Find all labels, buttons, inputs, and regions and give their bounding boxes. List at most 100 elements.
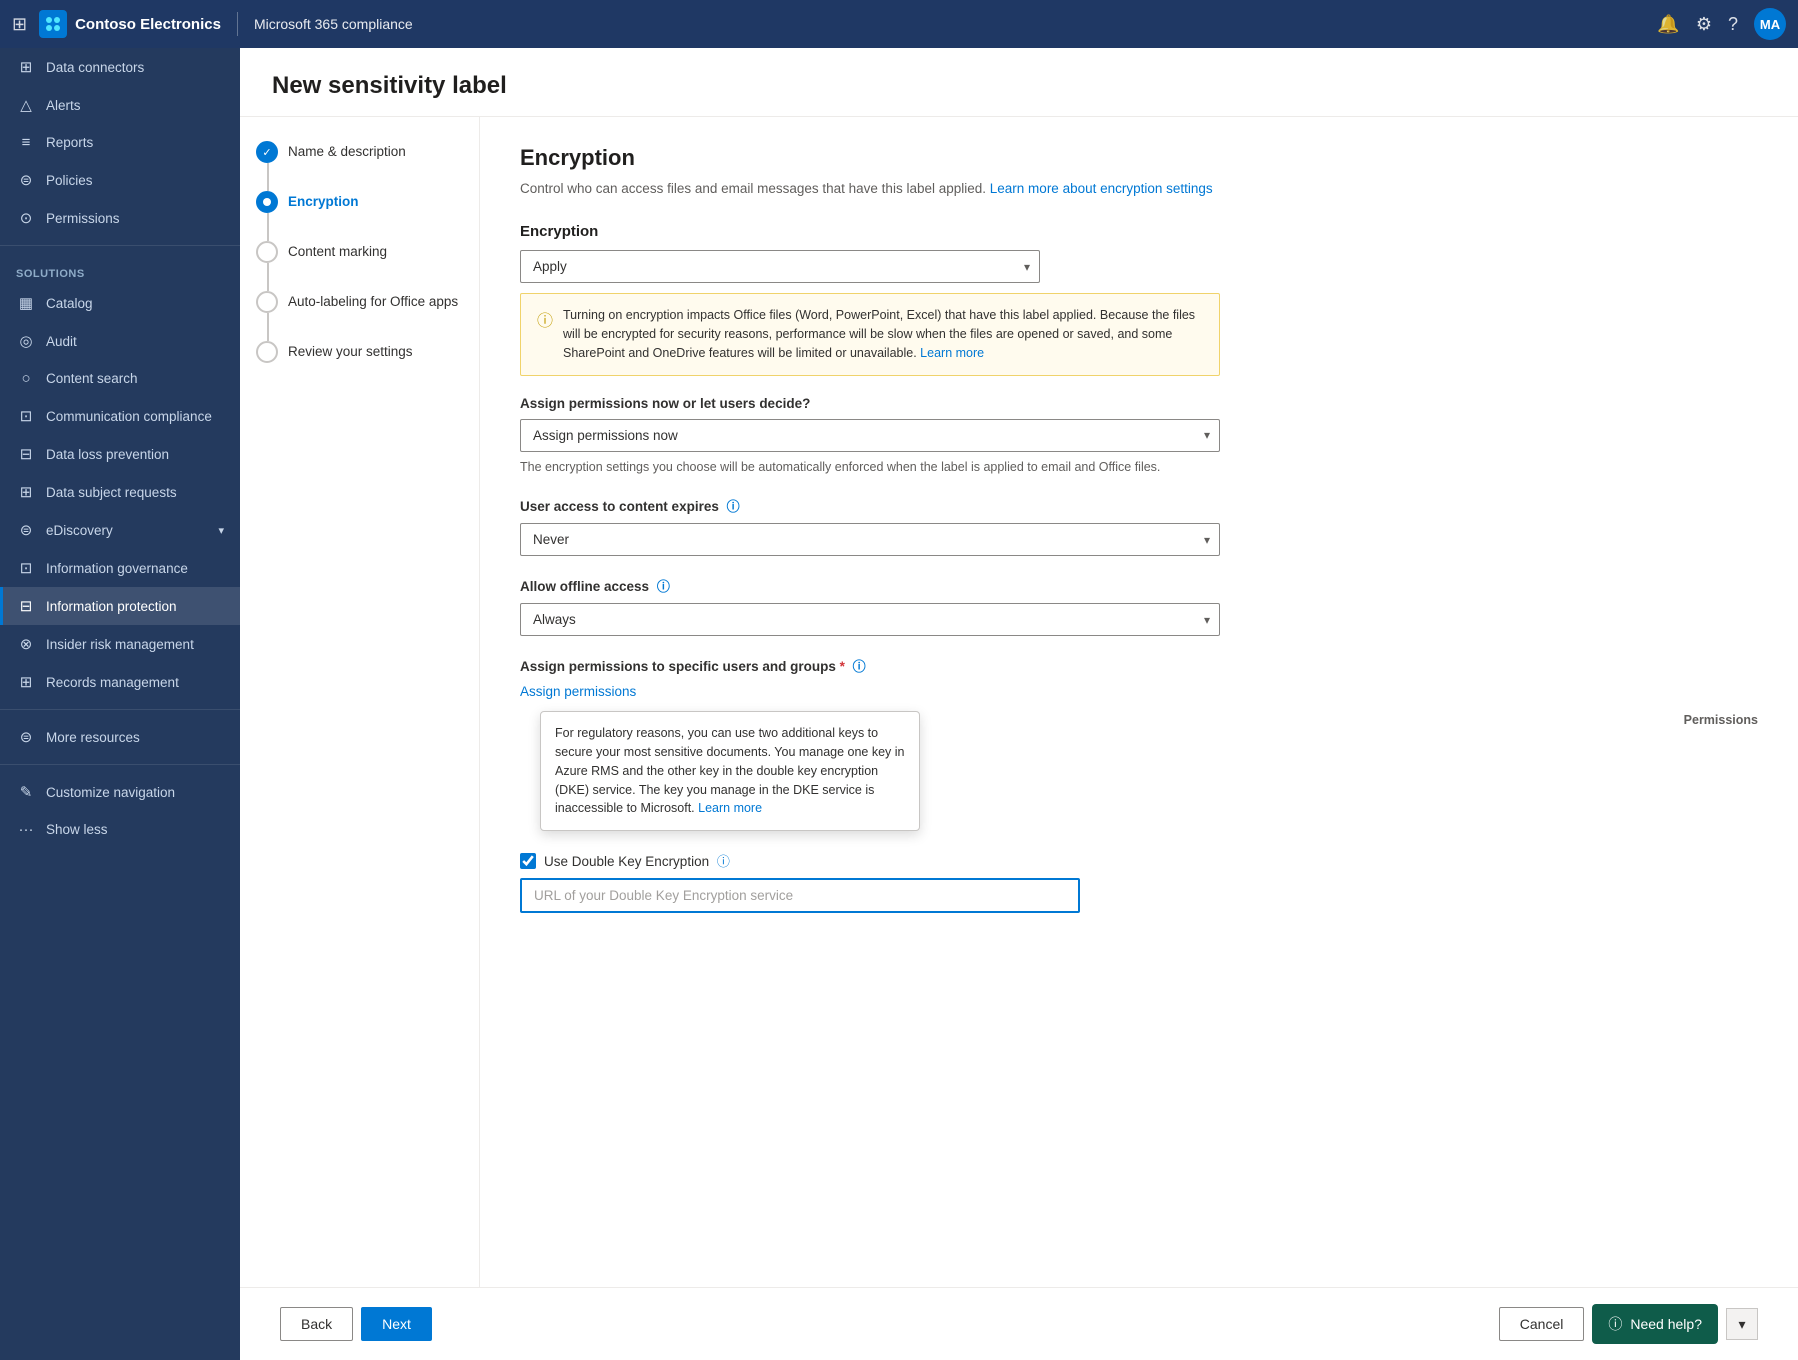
sidebar-item-communication-compliance[interactable]: ⊡ Communication compliance bbox=[0, 397, 240, 435]
sidebar-label-alerts: Alerts bbox=[46, 98, 81, 113]
step-dot-review-settings bbox=[256, 341, 278, 363]
sidebar-label-more-resources: More resources bbox=[46, 730, 140, 745]
catalog-icon: ▦ bbox=[16, 294, 36, 312]
page-title: New sensitivity label bbox=[272, 72, 1766, 100]
step-label-auto-labeling: Auto-labeling for Office apps bbox=[288, 291, 458, 311]
sidebar-label-audit: Audit bbox=[46, 334, 77, 349]
user-access-label: User access to content expires ⓘ bbox=[520, 496, 1758, 515]
back-button[interactable]: Back bbox=[280, 1307, 353, 1341]
offline-access-select-wrapper: Always Never Only for a number of days ▾ bbox=[520, 603, 1220, 636]
step-connector-1 bbox=[267, 163, 269, 191]
offline-access-form-section: Allow offline access ⓘ Always Never Only… bbox=[520, 576, 1758, 636]
need-help-button[interactable]: ⓘ Need help? bbox=[1592, 1304, 1718, 1344]
step-connector-3 bbox=[267, 263, 269, 291]
dke-url-input[interactable] bbox=[520, 878, 1080, 913]
need-help-label: Need help? bbox=[1630, 1316, 1702, 1332]
offline-access-select[interactable]: Always Never Only for a number of days bbox=[520, 603, 1220, 636]
dke-section: Use Double Key Encryption ⓘ bbox=[520, 851, 1758, 913]
offline-access-info-icon[interactable]: ⓘ bbox=[657, 579, 670, 594]
encryption-description: Control who can access files and email m… bbox=[520, 179, 1758, 199]
sidebar-item-records-management[interactable]: ⊞ Records management bbox=[0, 663, 240, 701]
sidebar-label-insider-risk: Insider risk management bbox=[46, 637, 194, 652]
assign-permissions-description: The encryption settings you choose will … bbox=[520, 458, 1220, 477]
steps-panel: ✓ Name & description Encryption Content … bbox=[240, 117, 480, 1287]
grid-icon[interactable]: ⊞ bbox=[12, 14, 27, 35]
bell-icon[interactable]: 🔔 bbox=[1657, 14, 1679, 35]
learn-more-link[interactable]: Learn more about encryption settings bbox=[990, 181, 1213, 196]
dke-label: Use Double Key Encryption ⓘ bbox=[544, 851, 730, 870]
customize-nav-icon: ✎ bbox=[16, 783, 36, 801]
assign-permissions-select[interactable]: Assign permissions now Let users assign … bbox=[520, 419, 1220, 452]
sidebar-item-information-protection[interactable]: ⊟ Information protection bbox=[0, 587, 240, 625]
step-connector-4 bbox=[267, 313, 269, 341]
dlp-icon: ⊟ bbox=[16, 445, 36, 463]
sidebar-label-dlp: Data loss prevention bbox=[46, 447, 169, 462]
content-search-icon: ○ bbox=[16, 370, 36, 387]
sidebar-label-policies: Policies bbox=[46, 173, 93, 188]
sidebar-item-data-connectors[interactable]: ⊞ Data connectors bbox=[0, 48, 240, 86]
alerts-icon: △ bbox=[16, 96, 36, 114]
sidebar-item-content-search[interactable]: ○ Content search bbox=[0, 360, 240, 397]
sidebar-label-reports: Reports bbox=[46, 135, 93, 150]
sidebar-item-insider-risk[interactable]: ⊗ Insider risk management bbox=[0, 625, 240, 663]
need-help-icon: ⓘ bbox=[1608, 1314, 1622, 1334]
dke-checkbox-row: Use Double Key Encryption ⓘ bbox=[520, 851, 1758, 870]
sidebar-label-customize-nav: Customize navigation bbox=[46, 785, 175, 800]
step-label-encryption: Encryption bbox=[288, 191, 359, 211]
scroll-down-button[interactable]: ▾ bbox=[1726, 1308, 1758, 1340]
logo-icon bbox=[39, 10, 67, 38]
step-label-name-description: Name & description bbox=[288, 141, 406, 161]
reports-icon: ≡ bbox=[16, 134, 36, 151]
more-resources-icon: ⊜ bbox=[16, 728, 36, 746]
sidebar-item-more-resources[interactable]: ⊜ More resources bbox=[0, 718, 240, 756]
encryption-section-label: Encryption bbox=[520, 223, 598, 240]
sidebar-label-permissions: Permissions bbox=[46, 211, 120, 226]
warning-learn-more-link[interactable]: Learn more bbox=[920, 346, 984, 360]
sidebar-item-data-loss-prevention[interactable]: ⊟ Data loss prevention bbox=[0, 435, 240, 473]
user-access-select[interactable]: Never On a specific date A number of day… bbox=[520, 523, 1220, 556]
assign-permissions-link[interactable]: Assign permissions bbox=[520, 684, 636, 699]
step-label-review-settings: Review your settings bbox=[288, 341, 413, 361]
sidebar-divider-1 bbox=[0, 245, 240, 246]
encryption-warning-box: ⓘ Turning on encryption impacts Office f… bbox=[520, 293, 1220, 375]
sidebar-label-data-subject: Data subject requests bbox=[46, 485, 177, 500]
sidebar-label-ediscovery: eDiscovery bbox=[46, 523, 113, 538]
sidebar-item-catalog[interactable]: ▦ Catalog bbox=[0, 284, 240, 322]
cancel-button[interactable]: Cancel bbox=[1499, 1307, 1585, 1341]
wizard-layout: ✓ Name & description Encryption Content … bbox=[240, 116, 1798, 1287]
tooltip-learn-more-link[interactable]: Learn more bbox=[698, 801, 762, 815]
dke-checkbox[interactable] bbox=[520, 853, 536, 869]
sidebar-item-audit[interactable]: ◎ Audit bbox=[0, 322, 240, 360]
warning-icon: ⓘ bbox=[537, 307, 553, 362]
step-label-content-marking: Content marking bbox=[288, 241, 387, 261]
sidebar-item-policies[interactable]: ⊜ Policies bbox=[0, 161, 240, 199]
sidebar-item-permissions[interactable]: ⊙ Permissions bbox=[0, 199, 240, 237]
dke-tooltip: For regulatory reasons, you can use two … bbox=[540, 711, 920, 831]
permissions-header: Permissions bbox=[1684, 713, 1758, 727]
encryption-select[interactable]: Apply Remove None bbox=[520, 250, 1040, 283]
step-dot-auto-labeling bbox=[256, 291, 278, 313]
sidebar-item-show-less[interactable]: ··· Show less bbox=[0, 811, 240, 848]
help-icon[interactable]: ? bbox=[1728, 14, 1738, 35]
step-dot-content-marking bbox=[256, 241, 278, 263]
sidebar-item-alerts[interactable]: △ Alerts bbox=[0, 86, 240, 124]
assign-permissions-form-section: Assign permissions now or let users deci… bbox=[520, 396, 1758, 477]
assign-specific-info-icon[interactable]: ⓘ bbox=[853, 659, 866, 674]
next-button[interactable]: Next bbox=[361, 1307, 432, 1341]
sidebar-item-customize-navigation[interactable]: ✎ Customize navigation bbox=[0, 773, 240, 811]
dke-info-icon[interactable]: ⓘ bbox=[717, 854, 730, 869]
sidebar-item-ediscovery[interactable]: ⊜ eDiscovery ▾ bbox=[0, 511, 240, 549]
user-avatar[interactable]: MA bbox=[1754, 8, 1786, 40]
step-item-auto-labeling: Auto-labeling for Office apps bbox=[256, 291, 463, 313]
sidebar-item-information-governance[interactable]: ⊡ Information governance bbox=[0, 549, 240, 587]
sidebar-label-records-management: Records management bbox=[46, 675, 179, 690]
settings-icon[interactable]: ⚙ bbox=[1696, 14, 1712, 35]
step-item-content-marking: Content marking bbox=[256, 241, 463, 263]
sidebar-item-data-subject-requests[interactable]: ⊞ Data subject requests bbox=[0, 473, 240, 511]
user-access-info-icon[interactable]: ⓘ bbox=[727, 499, 740, 514]
nav-icons: 🔔 ⚙ ? MA bbox=[1657, 8, 1786, 40]
sidebar-divider-2 bbox=[0, 709, 240, 710]
sidebar: ⊞ Data connectors △ Alerts ≡ Reports ⊜ P… bbox=[0, 48, 240, 1360]
sidebar-label-info-protection: Information protection bbox=[46, 599, 177, 614]
sidebar-item-reports[interactable]: ≡ Reports bbox=[0, 124, 240, 161]
